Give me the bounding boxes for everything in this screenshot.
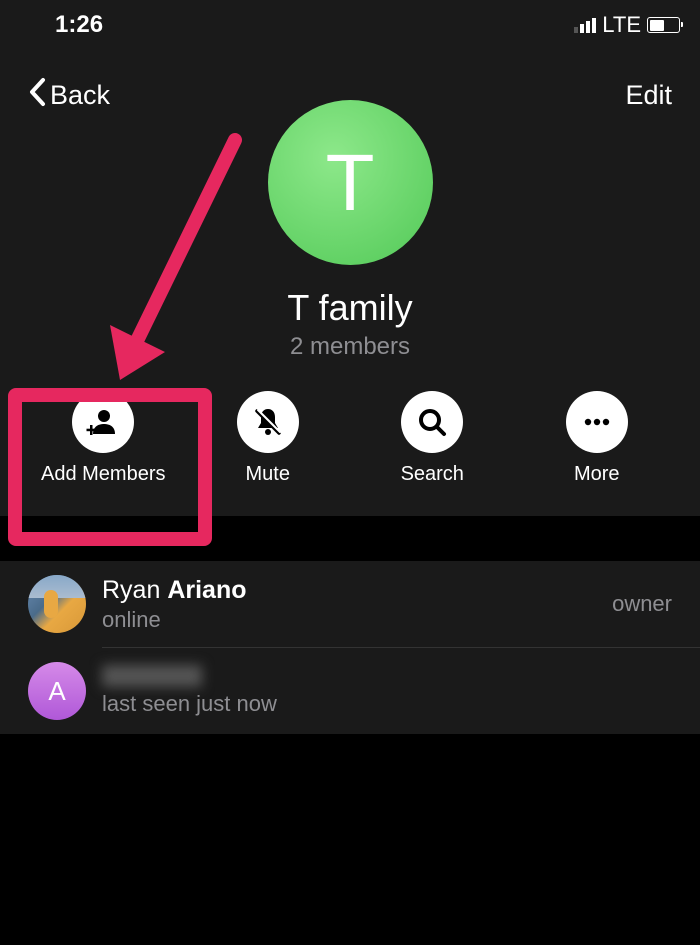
battery-icon (647, 17, 680, 33)
group-name: T family (0, 287, 700, 329)
member-status: online (102, 607, 596, 633)
mute-button[interactable]: Mute (191, 391, 346, 486)
more-label: More (574, 463, 620, 486)
status-time: 1:26 (55, 11, 103, 39)
member-role: owner (612, 591, 672, 617)
add-members-button[interactable]: Add Members (26, 391, 181, 486)
member-row[interactable]: A last seen just now (0, 648, 700, 734)
edit-button[interactable]: Edit (625, 80, 672, 111)
back-button[interactable]: Back (28, 77, 110, 113)
group-member-count: 2 members (0, 333, 700, 361)
group-header: T T family 2 members (0, 100, 700, 361)
mute-label: Mute (246, 463, 290, 486)
search-icon (401, 391, 463, 453)
group-avatar[interactable]: T (268, 100, 433, 265)
status-right: LTE (574, 12, 680, 38)
member-row[interactable]: Ryan Ariano online owner (0, 561, 700, 647)
member-avatar (28, 575, 86, 633)
status-bar: 1:26 LTE (0, 0, 700, 50)
member-info: Ryan Ariano online (102, 576, 596, 633)
more-icon (566, 391, 628, 453)
search-label: Search (401, 463, 464, 486)
member-list: Ryan Ariano online owner A last seen jus… (0, 561, 700, 734)
more-button[interactable]: More (520, 391, 675, 486)
add-members-label: Add Members (41, 463, 166, 486)
member-avatar: A (28, 662, 86, 720)
mute-icon (237, 391, 299, 453)
cellular-signal-icon (574, 18, 596, 33)
member-name-redacted (102, 665, 202, 687)
member-name: Ryan Ariano (102, 576, 596, 605)
network-label: LTE (602, 12, 641, 38)
action-row: Add Members Mute Search More (0, 361, 700, 486)
member-info: last seen just now (102, 665, 672, 717)
member-status: last seen just now (102, 691, 672, 717)
chevron-left-icon (28, 77, 46, 113)
add-person-icon (72, 391, 134, 453)
back-label: Back (50, 80, 110, 111)
search-button[interactable]: Search (355, 391, 510, 486)
